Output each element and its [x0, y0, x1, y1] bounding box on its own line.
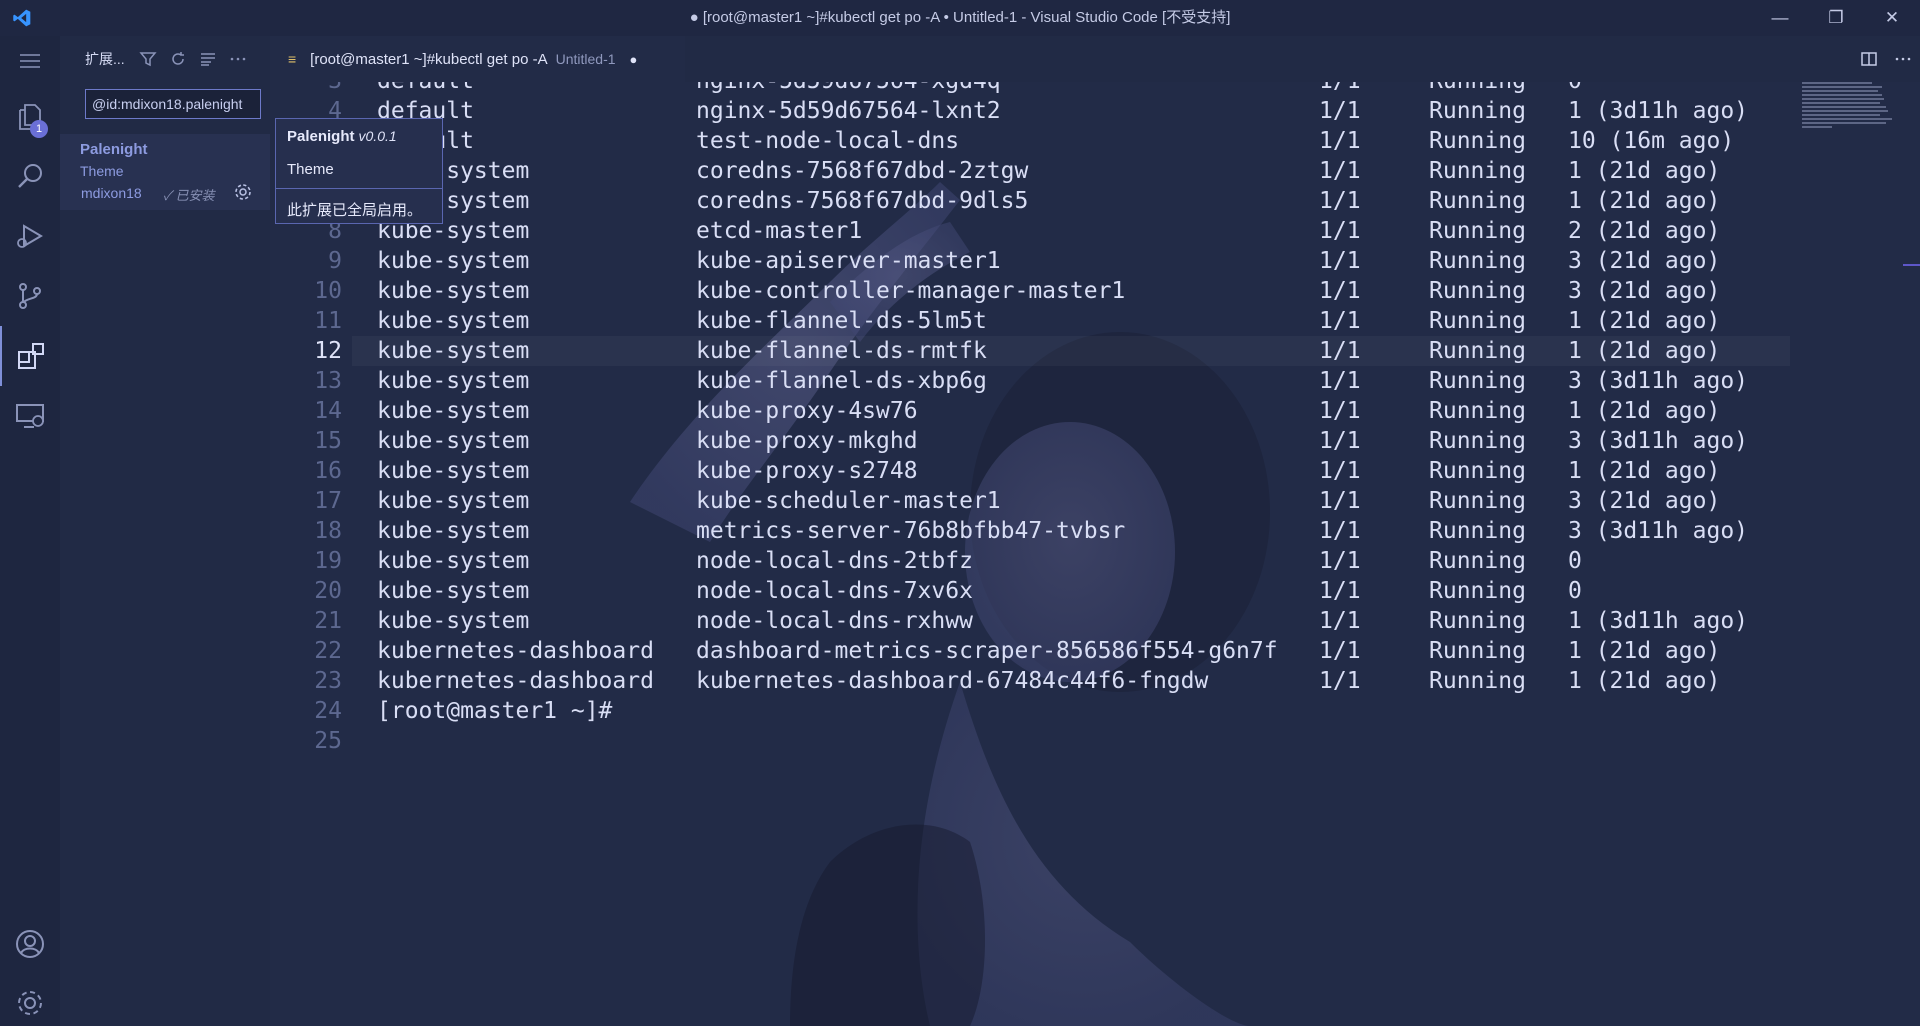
empty-line: 25: [314, 728, 342, 754]
minimize-button[interactable]: —: [1752, 0, 1808, 36]
extension-publisher: mdixon18: [81, 185, 142, 201]
window-controls: — ❐ ✕: [1752, 0, 1920, 36]
clear-list-icon[interactable]: [199, 50, 217, 68]
code-line: 16 kube-system kube-proxy-s2748 1/1 Running 1…: [314, 458, 1721, 484]
code-line: 21 kube-system node-local-dns-rxhww 1/1 Runn…: [314, 608, 1749, 634]
remote-explorer-icon[interactable]: [0, 386, 60, 446]
sidebar-header: 扩展...: [60, 36, 270, 82]
code-line: 3defaultnginx-5d59d67564-xgd4q1/1Running…: [270, 82, 1920, 96]
tooltip-category: Theme: [287, 161, 334, 178]
explorer-badge: 1: [30, 120, 48, 138]
filter-icon[interactable]: [139, 50, 157, 68]
menu-icon[interactable]: [0, 36, 60, 86]
split-editor-icon[interactable]: [1852, 50, 1886, 68]
editor-actions: [1852, 36, 1920, 82]
close-button[interactable]: ✕: [1864, 0, 1920, 36]
vscode-logo-icon: [0, 0, 44, 36]
code-line: 18 kube-system metrics-server-76b8bfbb47-t…: [314, 518, 1749, 544]
explorer-icon[interactable]: 1: [0, 86, 60, 146]
extension-description: Theme: [80, 163, 124, 179]
title-bar: ● [root@master1 ~]#kubectl get po -A • U…: [0, 0, 1920, 36]
extension-search-input[interactable]: @id:mdixon18.palenight: [85, 89, 261, 119]
code-line: 20 kube-system node-local-dns-7xv6x 1/1 Runn…: [314, 578, 1582, 604]
code-line: 23 kubernetes-dashboard kubernetes-dashboa…: [314, 668, 1721, 694]
tab-label: [root@master1 ~]#kubectl get po -A: [310, 50, 548, 68]
search-icon[interactable]: [0, 146, 60, 206]
tooltip-title: Palenight v0.0.1: [287, 128, 397, 145]
installed-status: ✓ 已安装: [163, 188, 215, 203]
plaintext-file-icon: ≡: [288, 51, 297, 67]
more-actions-icon[interactable]: [229, 50, 247, 68]
code-line: 17 kube-system kube-scheduler-master1 1/1 Ru…: [314, 488, 1721, 514]
tab-untitled-1[interactable]: ≡ [root@master1 ~]#kubectl get po -A Unt…: [270, 36, 685, 82]
prompt-line: 24 [root@master1 ~]#: [314, 698, 613, 724]
activity-bar: 1: [0, 36, 60, 1026]
manage-gear-icon[interactable]: [233, 182, 253, 207]
code-line: 15 kube-system kube-proxy-mkghd 1/1 Running 3…: [314, 428, 1749, 454]
code-line: 13 kube-system kube-flannel-ds-xbp6g 1/1 Run…: [314, 368, 1749, 394]
code-line: 8 kube-system etcd-master1 1/1 Running 2 (21d…: [328, 218, 1721, 244]
editor-area[interactable]: 3defaultnginx-5d59d67564-xgd4q1/1Running…: [270, 82, 1920, 1026]
window-title: ● [root@master1 ~]#kubectl get po -A • U…: [689, 9, 1231, 26]
scrollbar-marker: [1903, 264, 1920, 266]
run-debug-icon[interactable]: [0, 206, 60, 266]
tab-sublabel: Untitled-1: [555, 51, 616, 67]
code-line: 5defaulttest-node-local-dns1/1Running10 …: [328, 128, 1735, 154]
code-line: 14 kube-system kube-proxy-4sw76 1/1 Running 1…: [314, 398, 1721, 424]
account-icon[interactable]: [0, 914, 60, 974]
refresh-icon[interactable]: [169, 50, 187, 68]
code-line: 9 kube-system kube-apiserver-master1 1/1 Run…: [328, 248, 1721, 274]
extension-list-item[interactable]: Palenight Theme mdixon18 ✓ 已安装: [60, 134, 270, 210]
tooltip-name: Palenight: [287, 128, 355, 145]
source-control-icon[interactable]: [0, 266, 60, 326]
code-line: 22 kubernetes-dashboard dashboard-metrics-…: [314, 638, 1721, 664]
sidebar-title: 扩展...: [85, 51, 125, 67]
restore-button[interactable]: ❐: [1808, 0, 1864, 36]
extension-name: Palenight: [80, 141, 148, 158]
extensions-sidebar: 扩展... @id:mdixon18.palenight Palenight T…: [60, 36, 270, 1026]
code-line: 6kube-systemcoredns-7568f67dbd-2ztgw1/1R…: [328, 158, 1721, 184]
extensions-icon[interactable]: [0, 326, 60, 386]
tooltip-divider: [276, 188, 442, 189]
code-line-current: 12 kube-system kube-flannel-ds-rmtfk 1/1 Run…: [270, 336, 1920, 366]
code-content[interactable]: 3defaultnginx-5d59d67564-xgd4q1/1Running…: [270, 82, 1920, 756]
unsaved-dot-icon[interactable]: ●: [630, 52, 638, 67]
more-actions-icon[interactable]: [1886, 50, 1920, 68]
extension-hover-tooltip: Palenight v0.0.1 Theme 此扩展已全局启用。: [275, 118, 443, 224]
editor-tab-bar: ≡ [root@master1 ~]#kubectl get po -A Unt…: [270, 36, 1920, 82]
code-line: 10 kube-system kube-controller-manager-mas…: [314, 278, 1721, 304]
minimap[interactable]: [1800, 82, 1910, 132]
code-line: 19 kube-system node-local-dns-2tbfz 1/1 Runn…: [314, 548, 1582, 574]
tooltip-version: v0.0.1: [358, 128, 397, 144]
code-line: 7kube-systemcoredns-7568f67dbd-9dls51/1R…: [328, 188, 1721, 214]
settings-gear-icon[interactable]: [0, 973, 60, 1026]
tooltip-message: 此扩展已全局启用。: [287, 202, 423, 219]
code-line: 4 default nginx-5d59d67564-lxnt2 1/1 Running…: [328, 98, 1749, 124]
code-line: 11 kube-system kube-flannel-ds-5lm5t 1/1 Run…: [314, 308, 1721, 334]
